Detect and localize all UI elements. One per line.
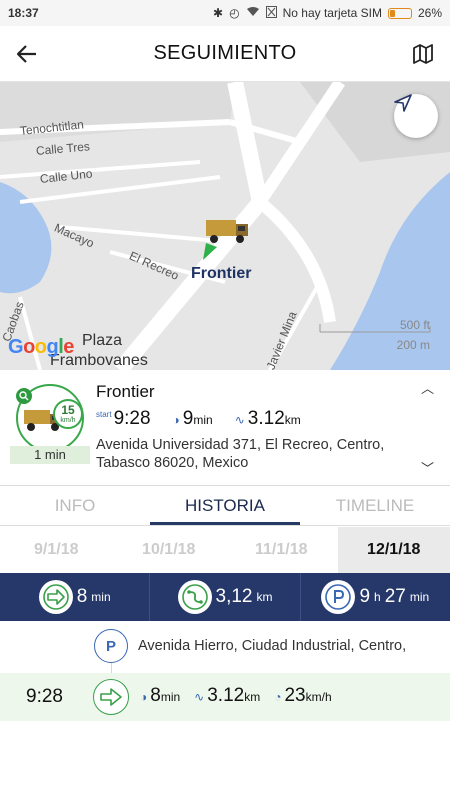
tab-info[interactable]: INFO	[0, 486, 150, 525]
distance-value: 3.12	[247, 408, 285, 429]
minutes-value: 9	[182, 408, 194, 429]
status-icons: ✱ ◴ No hay tarjeta SIM 26%	[213, 5, 442, 21]
drive-time-summary: 8 min	[0, 573, 151, 621]
parking-icon	[321, 580, 356, 614]
half-circle-icon: ◑	[140, 690, 148, 704]
half-circle-icon: ◑	[172, 413, 180, 427]
map-view-button[interactable]	[396, 26, 450, 82]
duration-badge: 1 min	[10, 446, 90, 464]
trip-speed-value: 23	[284, 685, 306, 706]
chevron-down-icon[interactable]: ﹀	[421, 458, 434, 477]
arrow-right-icon	[38, 580, 73, 614]
scale-meters: 200 m	[396, 338, 430, 352]
date-selector: 9/1/18 10/1/18 11/1/18 12/1/18	[0, 527, 450, 573]
trip-start-time: 9:28	[26, 686, 63, 707]
online-status-dot	[16, 388, 32, 404]
speedometer-icon: ◔	[274, 690, 282, 704]
distance-stat: ∿ 3.12km	[235, 408, 301, 430]
trip-speed: ◔ 23km/h	[274, 685, 331, 707]
status-bar: 18:37 ✱ ◴ No hay tarjeta SIM 26%	[0, 0, 450, 26]
tab-timeline[interactable]: TIMELINE	[300, 486, 450, 525]
page-title: SEGUIMIENTO	[153, 42, 297, 64]
carrier-text: No hay tarjeta SIM	[282, 6, 382, 20]
parking-icon: P	[94, 629, 128, 663]
speed-unit: km/h	[60, 417, 76, 424]
back-button[interactable]	[0, 26, 54, 82]
trip-minutes-unit: min	[160, 690, 181, 704]
date-item[interactable]: 11/1/18	[225, 527, 338, 573]
status-time: 18:37	[8, 6, 39, 20]
no-sim-icon	[265, 5, 277, 21]
date-item[interactable]: 9/1/18	[0, 527, 113, 573]
battery-percent: 26%	[417, 6, 442, 20]
distance-unit: km	[284, 413, 301, 427]
alarm-icon: ◴	[229, 6, 240, 20]
duration-stat: ◑ 9min	[173, 408, 213, 430]
arrow-right-icon	[93, 679, 129, 715]
distance-summary: 3,12 km	[150, 573, 301, 621]
app-header: SEGUIMIENTO	[0, 26, 450, 82]
vehicle-name: Frontier	[96, 382, 155, 401]
park-minutes-unit: min	[409, 590, 430, 604]
trip-stats: ◑ 8min ∿ 3.12km ◔ 23km/h	[140, 685, 332, 707]
parking-address: Avenida Hierro, Ciudad Industrial, Centr…	[138, 638, 407, 654]
vehicle-stats: start 9:28 ◑ 9min ∿ 3.12km	[96, 408, 301, 430]
park-hours-value: 9	[359, 586, 371, 607]
map-scale: 500 ft 200 m	[397, 315, 430, 355]
park-hours-unit: h	[374, 590, 381, 604]
arrow-left-icon	[17, 44, 36, 63]
trip-distance-unit: km	[244, 690, 261, 704]
wifi-icon	[246, 6, 260, 20]
start-time: 9:28	[113, 408, 151, 429]
scale-feet: 500 ft	[399, 318, 430, 332]
map-view[interactable]: Tenochtitlan Calle Tres Calle Uno Macayo…	[0, 82, 450, 370]
navigation-arrow-icon	[394, 94, 412, 112]
route-icon	[177, 580, 212, 614]
tab-historia[interactable]: HISTORIA	[150, 486, 300, 525]
chevron-up-icon[interactable]: ︿	[421, 378, 434, 397]
day-summary-bar: 8 min 3,12 km 9h 27 min	[0, 573, 450, 621]
parking-time-summary: 9h 27 min	[301, 573, 450, 621]
vehicle-card[interactable]: 15 km/h 1 min Frontier start 9:28 ◑ 9min ∿…	[0, 370, 450, 486]
vehicle-address: Avenida Universidad 371, El Recreo, Cent…	[96, 437, 385, 471]
speed-badge: 15 km/h	[53, 399, 83, 429]
history-timeline: P Avenida Hierro, Ciudad Industrial, Cen…	[0, 621, 450, 800]
date-item-selected[interactable]: 12/1/18	[337, 527, 450, 573]
map-icon	[413, 43, 433, 64]
tab-bar: INFO HISTORIA TIMELINE	[0, 486, 450, 526]
trip-distance: ∿ 3.12km	[194, 685, 260, 707]
distance-total-value: 3,12	[215, 586, 253, 607]
battery-icon	[387, 7, 412, 19]
my-location-button[interactable]	[394, 94, 438, 138]
speed-value: 15	[61, 403, 75, 417]
drive-time-unit: min	[91, 590, 111, 604]
park-minutes-value: 27	[384, 586, 406, 607]
distance-total-unit: km	[256, 590, 273, 604]
google-logo: Google	[8, 336, 74, 358]
minutes-unit: min	[193, 413, 213, 427]
vehicle-map-label[interactable]: Frontier	[191, 265, 251, 283]
start-time-stat: start 9:28	[96, 408, 151, 430]
trip-speed-unit: km/h	[305, 690, 332, 704]
trip-distance-value: 3.12	[207, 685, 245, 706]
place-label: Plaza	[82, 332, 123, 349]
route-icon: ∿	[234, 413, 245, 427]
drive-time-value: 8	[76, 586, 88, 607]
start-label: start	[96, 409, 112, 419]
bluetooth-icon: ✱	[213, 6, 224, 20]
trip-duration: ◑ 8min	[140, 685, 180, 707]
trip-row[interactable]: 9:28 ◑ 8min ∿ 3.12km ◔ 23km/h	[0, 673, 450, 721]
route-icon: ∿	[194, 690, 205, 704]
date-item[interactable]: 10/1/18	[113, 527, 226, 573]
trip-minutes: 8	[150, 685, 161, 706]
